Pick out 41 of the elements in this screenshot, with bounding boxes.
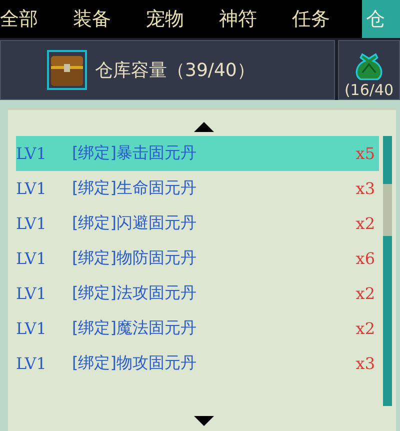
item-name: [绑定]闪避固元丹 (72, 213, 198, 234)
bag-count: (16/40 (344, 81, 394, 99)
item-name: [绑定]生命固元丹 (72, 178, 198, 199)
scrollbar[interactable] (383, 136, 392, 406)
item-row[interactable]: LV1 [绑定]法攻固元丹 x2 (16, 276, 379, 311)
item-level: LV1 (16, 249, 48, 268)
tab[interactable]: 全部 (0, 0, 73, 38)
item-count: x2 (356, 319, 376, 338)
item-level: LV1 (16, 354, 48, 373)
bag-panel[interactable]: (16/40 (338, 40, 400, 100)
capacity-label: 仓库容量（39/40） (95, 59, 255, 82)
tab[interactable]: 任务 (292, 0, 365, 38)
item-row[interactable]: LV1 [绑定]生命固元丹 x3 (16, 171, 379, 206)
item-name: [绑定]暴击固元丹 (72, 143, 198, 164)
item-count: x6 (356, 249, 376, 268)
item-count: x3 (356, 179, 376, 198)
item-name: [绑定]物防固元丹 (72, 248, 198, 269)
item-count: x2 (356, 284, 376, 303)
item-level: LV1 (16, 179, 48, 198)
tab[interactable]: 神符 (219, 0, 292, 38)
item-level: LV1 (16, 214, 48, 233)
item-name: [绑定]法攻固元丹 (72, 283, 198, 304)
item-row[interactable]: LV1 [绑定]物攻固元丹 x3 (16, 346, 379, 381)
item-count: x2 (356, 214, 376, 233)
tab[interactable]: 装备 (73, 0, 146, 38)
scroll-down-arrow-icon[interactable] (194, 416, 214, 426)
item-row[interactable]: LV1 [绑定]暴击固元丹 x5 (16, 136, 379, 171)
scroll-up-arrow-icon[interactable] (194, 122, 214, 132)
item-count: x3 (356, 354, 376, 373)
item-level: LV1 (16, 144, 48, 163)
item-count: x5 (356, 144, 376, 163)
item-row[interactable]: LV1 [绑定]魔法固元丹 x2 (16, 311, 379, 346)
item-name: [绑定]魔法固元丹 (72, 318, 198, 339)
item-level: LV1 (16, 319, 48, 338)
tab[interactable]: 宠物 (146, 0, 219, 38)
item-row[interactable]: LV1 [绑定]闪避固元丹 x2 (16, 206, 379, 241)
item-row[interactable]: LV1 [绑定]物防固元丹 x6 (16, 241, 379, 276)
tab[interactable]: 仓 (362, 0, 400, 38)
chest-icon (47, 50, 87, 90)
item-level: LV1 (16, 284, 48, 303)
item-name: [绑定]物攻固元丹 (72, 353, 198, 374)
